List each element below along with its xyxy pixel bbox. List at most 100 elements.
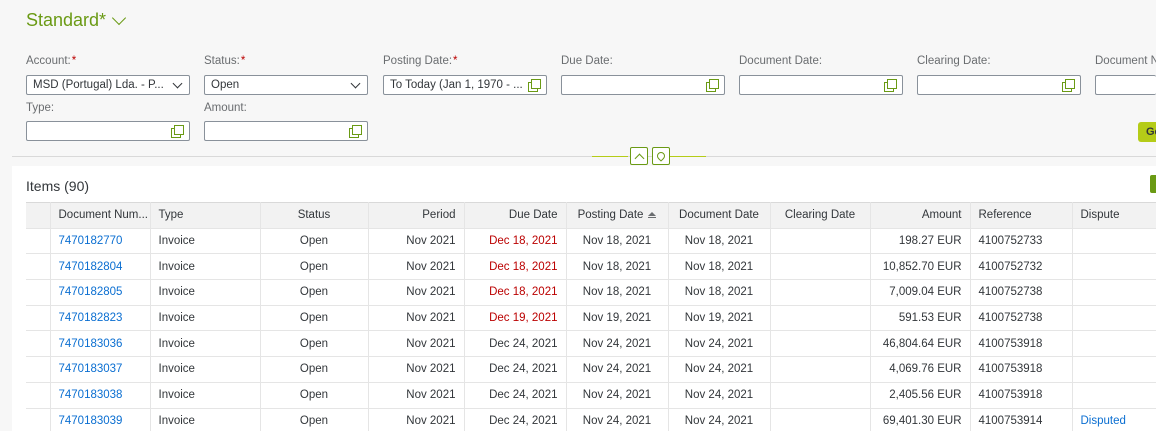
row-selector[interactable] bbox=[26, 330, 51, 358]
due-date-cell: Dec 18, 2021 bbox=[464, 279, 567, 306]
row-selector[interactable] bbox=[26, 382, 51, 409]
table-cell bbox=[770, 253, 871, 281]
table-header-row: Document Num... Type Status Period Due D… bbox=[26, 202, 1156, 229]
variant-selector[interactable]: Standard* bbox=[26, 10, 127, 31]
table-cell: 198.27 EUR bbox=[870, 228, 971, 255]
collapse-header-button[interactable] bbox=[630, 147, 648, 165]
table-cell: Invoice bbox=[150, 382, 261, 409]
document-number-field[interactable] bbox=[1095, 75, 1156, 95]
due-date-field[interactable] bbox=[561, 75, 725, 95]
due-date-cell: Dec 18, 2021 bbox=[464, 228, 567, 255]
table-cell: Nov 19, 2021 bbox=[668, 305, 771, 332]
row-selector[interactable] bbox=[26, 253, 51, 281]
table-cell: Nov 24, 2021 bbox=[668, 382, 771, 409]
dispute-cell bbox=[1072, 356, 1156, 383]
dispute-cell[interactable]: Disputed bbox=[1072, 408, 1156, 431]
value-help-icon[interactable] bbox=[884, 79, 897, 92]
table-cell: 7,009.04 EUR bbox=[870, 279, 971, 306]
column-header[interactable]: Period bbox=[368, 202, 465, 229]
column-header[interactable]: Type bbox=[150, 202, 261, 229]
table-cell: Invoice bbox=[150, 228, 261, 255]
column-header[interactable]: Amount bbox=[870, 202, 971, 229]
account-select[interactable]: MSD (Portugal) Lda. - P... bbox=[26, 75, 190, 95]
table-cell: Nov 2021 bbox=[368, 408, 465, 431]
table-cell: Nov 18, 2021 bbox=[566, 279, 669, 306]
table-cell: Nov 18, 2021 bbox=[566, 253, 669, 281]
row-selector[interactable] bbox=[26, 305, 51, 332]
dispute-cell bbox=[1072, 253, 1156, 281]
column-header[interactable]: Dispute bbox=[1072, 202, 1156, 229]
document-number-label: Document Nu bbox=[1095, 55, 1156, 67]
status-select[interactable]: Open bbox=[204, 75, 368, 95]
status-label: Status:* bbox=[204, 55, 246, 67]
table-row[interactable]: 7470182804 Invoice Open Nov 2021 Dec 18, 202… bbox=[26, 253, 1156, 281]
value-help-icon[interactable] bbox=[706, 79, 719, 92]
value-help-icon[interactable] bbox=[171, 125, 184, 138]
table-row[interactable]: 7470183039 Invoice Open Nov 2021 Dec 24, 202… bbox=[26, 408, 1156, 431]
document-number-link[interactable]: 7470183036 bbox=[50, 330, 151, 358]
table-cell bbox=[770, 356, 871, 383]
table-row[interactable]: 7470182770 Invoice Open Nov 2021 Dec 18, 202… bbox=[26, 228, 1156, 255]
table-row[interactable]: 7470183037 Invoice Open Nov 2021 Dec 24, 202… bbox=[26, 356, 1156, 383]
table-cell bbox=[770, 382, 871, 409]
column-header[interactable]: Due Date bbox=[464, 202, 567, 229]
pin-header-button[interactable] bbox=[652, 147, 670, 165]
row-selector[interactable] bbox=[26, 279, 51, 306]
table-settings-button[interactable] bbox=[1150, 175, 1156, 193]
table-row[interactable]: 7470183036 Invoice Open Nov 2021 Dec 24, 202… bbox=[26, 330, 1156, 358]
document-date-label: Document Date: bbox=[739, 55, 823, 67]
table-cell: Open bbox=[260, 253, 369, 281]
table-cell: Open bbox=[260, 356, 369, 383]
table-cell bbox=[770, 408, 871, 431]
table-cell: Open bbox=[260, 228, 369, 255]
table-row[interactable]: 7470182805 Invoice Open Nov 2021 Dec 18, 202… bbox=[26, 279, 1156, 306]
table-cell: Nov 2021 bbox=[368, 279, 465, 306]
document-number-link[interactable]: 7470182770 bbox=[50, 228, 151, 255]
column-header-sorted[interactable]: Posting Date bbox=[566, 202, 669, 229]
collapse-line-right bbox=[670, 156, 706, 157]
table-row[interactable]: 7470182823 Invoice Open Nov 2021 Dec 19, 202… bbox=[26, 305, 1156, 332]
value-help-icon[interactable] bbox=[349, 125, 362, 138]
due-date-cell: Dec 24, 2021 bbox=[464, 330, 567, 358]
document-number-link[interactable]: 7470182804 bbox=[50, 253, 151, 281]
document-date-field[interactable] bbox=[739, 75, 903, 95]
table-cell: Nov 2021 bbox=[368, 305, 465, 332]
amount-field[interactable] bbox=[204, 121, 368, 141]
posting-date-field[interactable]: To Today (Jan 1, 1970 - ... bbox=[383, 75, 547, 95]
value-help-icon[interactable] bbox=[528, 79, 541, 92]
column-header[interactable]: Document Date bbox=[668, 202, 771, 229]
table-cell: Open bbox=[260, 279, 369, 306]
table-cell: Open bbox=[260, 305, 369, 332]
dispute-cell bbox=[1072, 382, 1156, 409]
document-number-link[interactable]: 7470183038 bbox=[50, 382, 151, 409]
table-cell: Nov 18, 2021 bbox=[668, 253, 771, 281]
clearing-date-field[interactable] bbox=[917, 75, 1081, 95]
document-number-link[interactable]: 7470182823 bbox=[50, 305, 151, 332]
column-header[interactable]: Status bbox=[260, 202, 369, 229]
go-button[interactable]: Go bbox=[1138, 122, 1156, 142]
row-selector[interactable] bbox=[26, 356, 51, 383]
document-number-link[interactable]: 7470182805 bbox=[50, 279, 151, 306]
type-field[interactable] bbox=[26, 121, 190, 141]
table-row[interactable]: 7470183038 Invoice Open Nov 2021 Dec 24, 202… bbox=[26, 382, 1156, 409]
table-cell: Open bbox=[260, 408, 369, 431]
value-help-icon[interactable] bbox=[1062, 79, 1075, 92]
table-cell: Invoice bbox=[150, 279, 261, 306]
column-header[interactable]: Document Num... bbox=[50, 202, 151, 229]
table-cell: Open bbox=[260, 330, 369, 358]
row-selector[interactable] bbox=[26, 408, 51, 431]
document-number-link[interactable]: 7470183037 bbox=[50, 356, 151, 383]
select-all-cell[interactable] bbox=[26, 202, 51, 229]
dispute-cell bbox=[1072, 279, 1156, 306]
table-cell: Nov 18, 2021 bbox=[668, 279, 771, 306]
table-cell: Nov 18, 2021 bbox=[566, 228, 669, 255]
column-header[interactable]: Reference bbox=[970, 202, 1073, 229]
table-cell: Nov 24, 2021 bbox=[668, 356, 771, 383]
column-header[interactable]: Clearing Date bbox=[770, 202, 871, 229]
table-cell: 4100753918 bbox=[970, 330, 1073, 358]
document-number-link[interactable]: 7470183039 bbox=[50, 408, 151, 431]
amount-label: Amount: bbox=[204, 102, 247, 114]
table-cell: Nov 24, 2021 bbox=[566, 382, 669, 409]
table-cell bbox=[770, 330, 871, 358]
row-selector[interactable] bbox=[26, 228, 51, 255]
